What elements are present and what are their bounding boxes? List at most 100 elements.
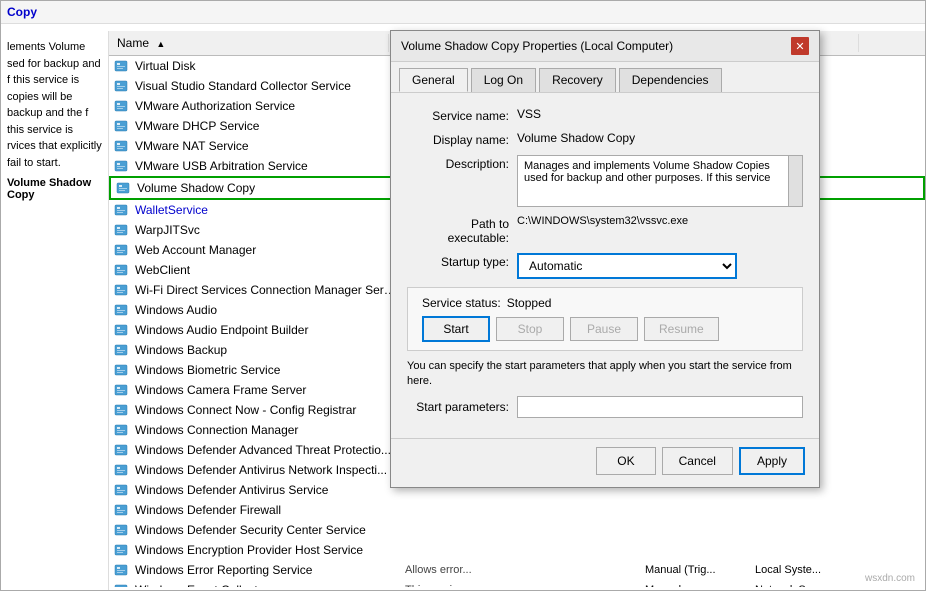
- startup-type-row: Startup type: Automatic Automatic (Delay…: [407, 253, 803, 279]
- path-label: Path to executable:: [407, 215, 517, 245]
- service-startup: Manual (Trig...: [637, 564, 747, 576]
- service-name: Windows Audio Endpoint Builder: [133, 323, 397, 337]
- pause-button[interactable]: Pause: [570, 317, 638, 341]
- service-icon: [113, 462, 129, 478]
- start-params-label: Start parameters:: [407, 400, 517, 414]
- service-name: VMware USB Arbitration Service: [133, 159, 397, 173]
- service-item[interactable]: Windows Defender Security Center Service: [109, 520, 925, 540]
- path-row: Path to executable: C:\WINDOWS\system32\…: [407, 215, 803, 245]
- service-name: Windows Defender Antivirus Network Inspe…: [133, 463, 397, 477]
- apply-button[interactable]: Apply: [739, 447, 805, 475]
- service-icon: [113, 442, 129, 458]
- properties-dialog: Volume Shadow Copy Properties (Local Com…: [390, 30, 820, 488]
- resume-button[interactable]: Resume: [644, 317, 719, 341]
- service-name-value: VSS: [517, 107, 803, 121]
- service-name: WarpJITSvc: [133, 223, 397, 237]
- service-icon: [113, 222, 129, 238]
- service-name: VMware NAT Service: [133, 139, 397, 153]
- service-icon: [113, 242, 129, 258]
- watermark: wsxdn.com: [865, 573, 915, 584]
- service-item[interactable]: Windows Defender Firewall: [109, 500, 925, 520]
- service-buttons-row: Start Stop Pause Resume: [422, 316, 788, 342]
- service-icon: [113, 402, 129, 418]
- service-icon: [113, 542, 129, 558]
- status-value: Stopped: [507, 296, 552, 310]
- service-name: Web Account Manager: [133, 243, 397, 257]
- service-name: Visual Studio Standard Collector Service: [133, 79, 397, 93]
- tab-recovery[interactable]: Recovery: [539, 68, 616, 92]
- service-name: Windows Connection Manager: [133, 423, 397, 437]
- service-icon: [113, 382, 129, 398]
- dialog-actions: OK Cancel Apply: [391, 438, 819, 487]
- service-name: Windows Biometric Service: [133, 363, 397, 377]
- tab-logon[interactable]: Log On: [471, 68, 536, 92]
- service-icon: [113, 522, 129, 538]
- startup-type-label: Startup type:: [407, 253, 517, 269]
- service-name: Volume Shadow Copy: [135, 181, 399, 195]
- service-name: WebClient: [133, 263, 397, 277]
- left-panel-service-name: Volume Shadow Copy: [7, 177, 102, 201]
- service-name: Windows Defender Antivirus Service: [133, 483, 397, 497]
- start-params-input[interactable]: [517, 396, 803, 418]
- cancel-button[interactable]: Cancel: [662, 447, 733, 475]
- service-icon: [113, 58, 129, 74]
- service-logon: Network S...: [747, 584, 867, 587]
- startup-type-select[interactable]: Automatic Automatic (Delayed Start) Manu…: [517, 253, 737, 279]
- sort-arrow: ▲: [156, 39, 165, 49]
- service-logon: Local Syste...: [747, 564, 867, 576]
- tab-dependencies[interactable]: Dependencies: [619, 68, 722, 92]
- path-value: C:\WINDOWS\system32\vssvc.exe: [517, 215, 803, 227]
- service-name: Windows Defender Advanced Threat Protect…: [133, 443, 397, 457]
- description-text: Manages and implements Volume Shadow Cop…: [524, 160, 770, 184]
- service-name-row: Service name: VSS: [407, 107, 803, 123]
- description-scrollbar[interactable]: [788, 156, 802, 206]
- left-panel-text: lements Volume sed for backup and f this…: [7, 39, 102, 171]
- description-box: Manages and implements Volume Shadow Cop…: [517, 155, 803, 207]
- service-name: Virtual Disk: [133, 59, 397, 73]
- status-section: Service status: Stopped Start Stop Pause…: [407, 287, 803, 351]
- service-name-label: Service name:: [407, 107, 517, 123]
- service-icon: [113, 118, 129, 134]
- col-header-name: Name ▲: [109, 34, 389, 52]
- service-name: Windows Error Reporting Service: [133, 563, 397, 577]
- service-icon: [113, 158, 129, 174]
- service-item[interactable]: Windows Error Reporting ServiceAllows er…: [109, 560, 925, 580]
- left-description-panel: lements Volume sed for backup and f this…: [1, 31, 109, 590]
- service-name: VMware Authorization Service: [133, 99, 397, 113]
- service-name: Wi-Fi Direct Services Connection Manager…: [133, 283, 397, 297]
- display-name-row: Display name: Volume Shadow Copy: [407, 131, 803, 147]
- dialog-titlebar: Volume Shadow Copy Properties (Local Com…: [391, 31, 819, 62]
- service-icon: [113, 422, 129, 438]
- service-name: VMware DHCP Service: [133, 119, 397, 133]
- status-row: Service status: Stopped: [422, 296, 788, 310]
- tab-general[interactable]: General: [399, 68, 468, 92]
- service-name: Windows Audio: [133, 303, 397, 317]
- service-name: Windows Defender Firewall: [133, 503, 397, 517]
- display-name-label: Display name:: [407, 131, 517, 147]
- description-label: Description:: [407, 155, 517, 171]
- service-name: Windows Defender Security Center Service: [133, 523, 397, 537]
- service-icon: [113, 482, 129, 498]
- service-icon: [113, 138, 129, 154]
- service-item[interactable]: Windows Encryption Provider Host Service: [109, 540, 925, 560]
- dialog-close-button[interactable]: ✕: [791, 37, 809, 55]
- copy-label: Copy: [7, 5, 37, 19]
- service-name: Windows Connect Now - Config Registrar: [133, 403, 397, 417]
- dialog-body: Service name: VSS Display name: Volume S…: [391, 93, 819, 438]
- service-name: Windows Camera Frame Server: [133, 383, 397, 397]
- service-name: Windows Backup: [133, 343, 397, 357]
- ok-button[interactable]: OK: [596, 447, 655, 475]
- service-name: WalletService: [133, 203, 397, 217]
- service-icon: [113, 78, 129, 94]
- service-icon: [113, 502, 129, 518]
- status-label: Service status:: [422, 296, 501, 310]
- stop-button[interactable]: Stop: [496, 317, 564, 341]
- service-icon: [113, 342, 129, 358]
- service-icon: [115, 180, 131, 196]
- display-name-value: Volume Shadow Copy: [517, 131, 803, 145]
- service-startup: Manual: [637, 584, 747, 587]
- service-name: Windows Event Collector: [133, 583, 397, 587]
- service-icon: [113, 262, 129, 278]
- service-item[interactable]: Windows Event CollectorThis service ...M…: [109, 580, 925, 587]
- start-button[interactable]: Start: [422, 316, 490, 342]
